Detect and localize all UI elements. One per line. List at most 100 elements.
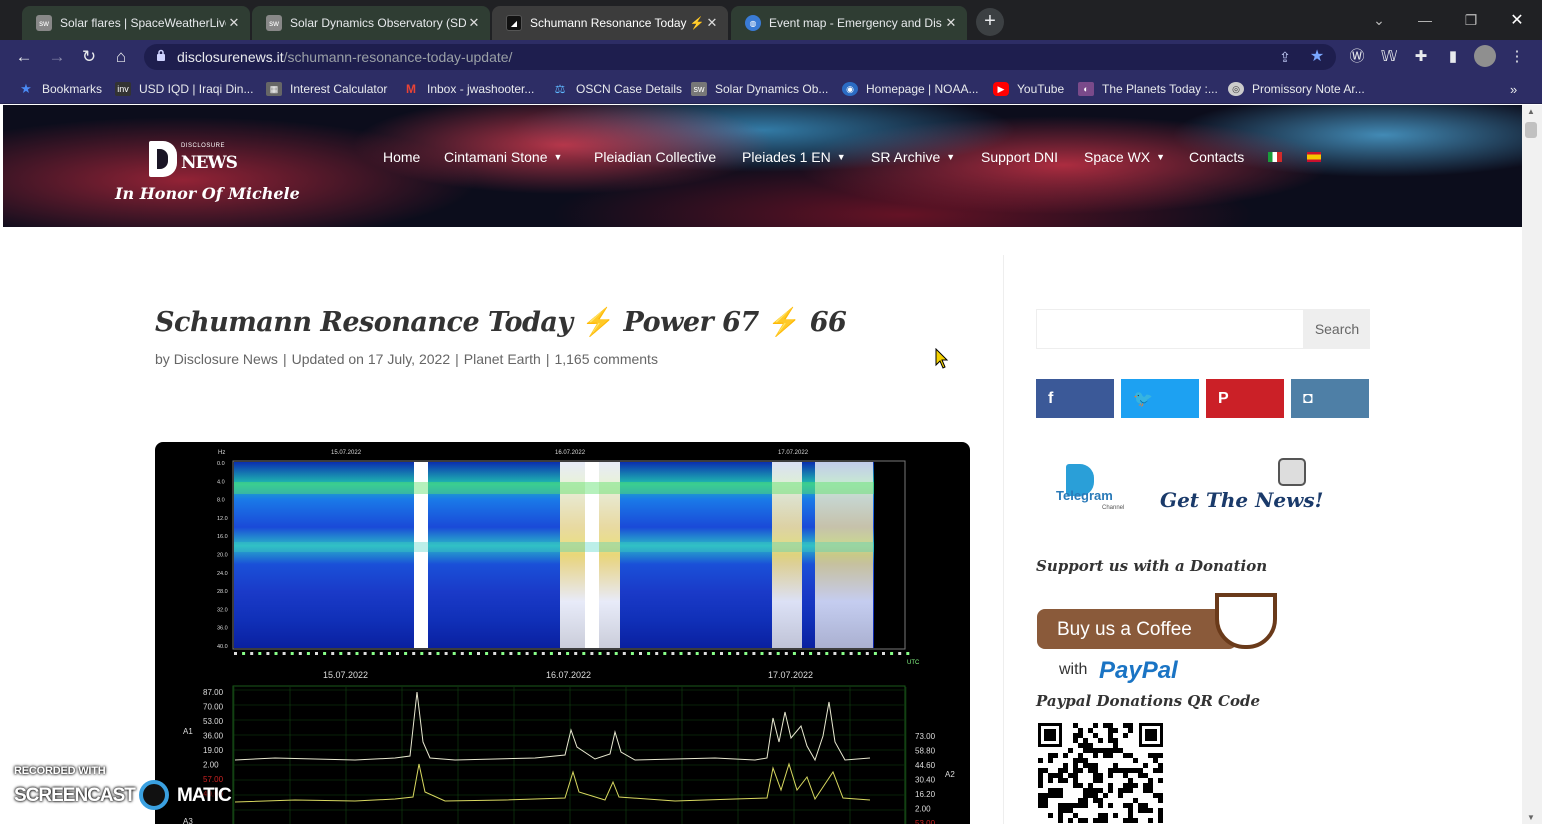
qr-module — [1058, 768, 1063, 773]
bookmark-label: Bookmarks — [42, 82, 103, 96]
restore-button[interactable]: ❐ — [1448, 0, 1494, 40]
menu-cintamani-stone[interactable]: Cintamani Stone ▼ — [444, 149, 562, 165]
search-button[interactable]: Search — [1304, 309, 1370, 349]
amplitude-frame — [232, 685, 906, 824]
watermark-recorded-with: RECORDED WITH — [14, 765, 106, 777]
qr-module — [1048, 793, 1053, 798]
qr-module — [1088, 793, 1093, 798]
bookmark-planets-today[interactable]: ◐ The Planets Today :... — [1078, 81, 1218, 97]
frequency-tick-label: 40.0 — [217, 644, 228, 650]
donation-heading: Support us with a Donation — [1036, 557, 1268, 575]
qr-module — [1098, 798, 1103, 803]
menu-sr-archive[interactable]: SR Archive ▼ — [871, 149, 955, 165]
reload-button[interactable]: ↻ — [77, 45, 101, 69]
scroll-thumb[interactable] — [1525, 122, 1537, 138]
share-icon[interactable]: ⇪ — [1276, 48, 1294, 66]
italian-flag-icon[interactable] — [1268, 152, 1282, 162]
facebook-button[interactable]: f — [1036, 379, 1114, 418]
author-link[interactable]: Disclosure News — [174, 351, 278, 367]
hour-tick — [501, 652, 505, 655]
side-panel-icon[interactable]: ▮ — [1442, 47, 1464, 67]
lock-icon — [157, 49, 165, 61]
comments-link[interactable]: 1,165 comments — [554, 351, 658, 367]
back-button[interactable]: ← — [12, 45, 36, 69]
bookmark-label: Solar Dynamics Ob... — [715, 82, 829, 96]
address-bar[interactable]: disclosurenews.it/schumann-resonance-tod… — [144, 44, 1336, 70]
hour-tick — [890, 652, 894, 655]
close-window-button[interactable]: ✕ — [1494, 0, 1540, 40]
close-tab-icon[interactable]: ✕ — [466, 15, 482, 31]
bookmark-star-icon[interactable]: ★ — [1308, 48, 1326, 66]
hour-tick — [468, 652, 472, 655]
category-link[interactable]: Planet Earth — [464, 351, 541, 367]
qr-module — [1053, 793, 1058, 798]
qr-module — [1073, 773, 1078, 778]
hour-tick — [720, 652, 723, 655]
qr-module — [1078, 728, 1083, 733]
menu-pleiades-1-en[interactable]: Pleiades 1 EN ▼ — [742, 149, 846, 165]
more-bookmarks-icon[interactable]: » — [1510, 81, 1517, 97]
minimize-button[interactable]: — — [1402, 0, 1448, 40]
twitter-button[interactable]: 🐦 — [1121, 379, 1199, 418]
qr-module — [1078, 798, 1083, 803]
menu-support-dni[interactable]: Support DNI — [981, 149, 1058, 165]
page-scrollbar[interactable]: ▲ ▼ — [1522, 105, 1542, 824]
bookmark-solar-dynamics[interactable]: sw Solar Dynamics Ob... — [691, 81, 828, 97]
qr-module — [1053, 788, 1058, 793]
scroll-up-icon[interactable]: ▲ — [1527, 107, 1535, 116]
bookmark-promissory-note[interactable]: ◎ Promissory Note Ar... — [1228, 81, 1365, 97]
tab-spaceweatherlive[interactable]: sw Solar flares | SpaceWeatherLive.c ✕ — [22, 6, 250, 40]
bookmark-noaa[interactable]: ◉ Homepage | NOAA... — [842, 81, 979, 97]
bookmark-interest-calculator[interactable]: ▦ Interest Calculator — [266, 81, 387, 97]
tab-search-icon[interactable]: ⌄ — [1356, 0, 1402, 40]
qr-module — [1083, 748, 1088, 753]
hour-tick — [776, 652, 780, 655]
site-logo[interactable]: DISCLOSURE NEWS — [149, 141, 238, 179]
bookmark-bookmarks[interactable]: ★ Bookmarks — [18, 81, 102, 97]
bookmark-oscn[interactable]: ⚖ OSCN Case Details — [552, 81, 682, 97]
close-tab-icon[interactable]: ✕ — [943, 15, 959, 31]
extension-w-icon[interactable]: 𝕎 — [1378, 47, 1400, 67]
hour-tick — [525, 652, 529, 655]
forward-button[interactable]: → — [45, 45, 69, 69]
qr-module — [1128, 768, 1133, 773]
menu-home[interactable]: Home — [383, 149, 420, 165]
telegram-banner[interactable]: Telegram Channel Get The News! — [1056, 458, 1326, 520]
qr-module — [1128, 723, 1133, 728]
qr-module — [1108, 728, 1113, 733]
paypal-coffee-button[interactable]: Buy us a Coffee with PayPal — [1037, 585, 1287, 685]
chrome-menu-icon[interactable]: ⋮ — [1506, 47, 1528, 67]
title-text: Schumann Resonance Today — [155, 307, 573, 338]
qr-module — [1118, 788, 1123, 793]
close-tab-icon[interactable]: ✕ — [704, 15, 720, 31]
hour-tick — [841, 652, 845, 655]
tab-title: Schumann Resonance Today ⚡ — [530, 16, 704, 30]
search-input[interactable] — [1036, 309, 1304, 349]
instagram-button[interactable]: ◘ — [1291, 379, 1369, 418]
spanish-flag-icon[interactable] — [1307, 152, 1321, 162]
menu-contacts[interactable]: Contacts — [1189, 149, 1244, 165]
bookmark-label: Promissory Note Ar... — [1252, 82, 1365, 96]
hour-tick — [428, 652, 432, 655]
tab-solar-dynamics[interactable]: sw Solar Dynamics Observatory (SD ✕ — [252, 6, 490, 40]
tab-event-map[interactable]: ◍ Event map - Emergency and Dis ✕ — [731, 6, 967, 40]
qr-module — [1063, 778, 1068, 783]
extensions-puzzle-icon[interactable]: ✚ — [1410, 47, 1432, 67]
post-meta: by Disclosure News | Updated on 17 July, 2… — [155, 351, 658, 367]
profile-avatar[interactable] — [1474, 45, 1496, 67]
scroll-down-icon[interactable]: ▼ — [1527, 813, 1535, 822]
close-tab-icon[interactable]: ✕ — [226, 15, 242, 31]
menu-space-wx[interactable]: Space WX ▼ — [1084, 149, 1165, 165]
extension-wordpress-icon[interactable]: Ⓦ — [1346, 47, 1368, 67]
tab-schumann-resonance[interactable]: ◢ Schumann Resonance Today ⚡ ✕ — [492, 6, 728, 40]
qr-module — [1108, 773, 1113, 778]
bookmark-usd-iqd[interactable]: inv USD IQD | Iraqi Din... — [115, 81, 253, 97]
qr-module — [1123, 803, 1128, 808]
bookmark-youtube[interactable]: ▶ YouTube — [993, 81, 1064, 97]
pinterest-button[interactable]: P — [1206, 379, 1284, 418]
bookmark-inbox[interactable]: M Inbox - jwashooter... — [403, 81, 534, 97]
hour-tick — [420, 652, 424, 655]
new-tab-button[interactable]: + — [976, 8, 1004, 36]
menu-pleiadian-collective[interactable]: Pleiadian Collective — [594, 149, 716, 165]
home-button[interactable]: ⌂ — [109, 45, 133, 69]
